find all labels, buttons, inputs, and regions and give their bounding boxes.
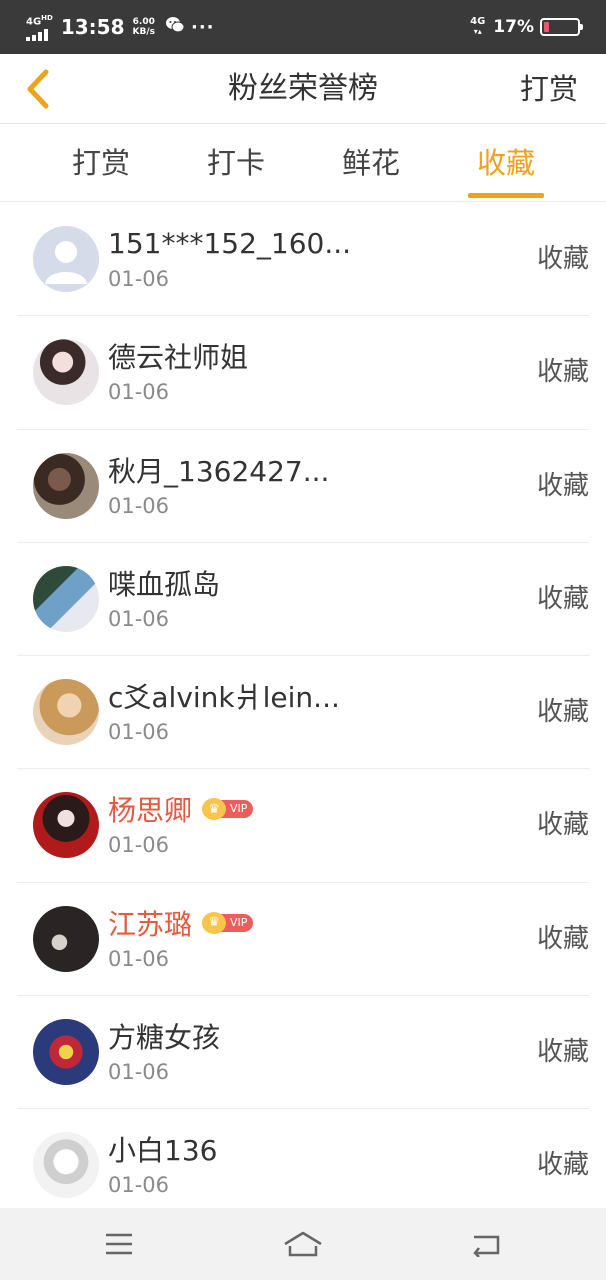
tab-label: 鲜花	[341, 146, 400, 180]
speed-value: 6.00	[132, 17, 155, 27]
cell-network-icon: 4G ▾▴	[470, 16, 486, 37]
list-item[interactable]: 方糖女孩 01-06 收藏	[17, 996, 589, 1110]
list-item[interactable]: 杨思卿 ♛ VIP 01-06 收藏	[17, 769, 589, 883]
speed-unit: KB/s	[132, 27, 155, 37]
list-item[interactable]: c爻alvink爿lein... 01-06 收藏	[17, 656, 589, 770]
list-item[interactable]: 江苏璐 ♛ VIP 01-06 收藏	[17, 883, 589, 997]
more-notifications-icon: ···	[191, 16, 215, 38]
date: 01-06	[108, 833, 170, 858]
list-item[interactable]: 小白136 01-06 收藏	[17, 1109, 589, 1222]
date: 01-06	[108, 267, 170, 291]
date: 01-06	[108, 1060, 170, 1085]
user-name: 江苏璐	[108, 907, 193, 941]
user-name: 杨思卿	[108, 794, 193, 828]
network-speed: 6.00 KB/s	[133, 17, 155, 37]
system-nav-bar	[0, 1208, 606, 1280]
tip-button[interactable]: 打赏	[520, 54, 578, 124]
default-user-icon	[45, 241, 87, 284]
user-name: 151***152_160...	[108, 226, 352, 260]
battery-icon	[540, 18, 583, 36]
tab-tips[interactable]: 打赏	[46, 124, 156, 202]
back-icon	[473, 1235, 500, 1257]
battery-fill	[544, 22, 549, 32]
tab-favorites[interactable]: 收藏	[451, 124, 561, 202]
status-bar: 4GHD 13:58 6.00 KB/s ··· 4G ▾▴ 17%	[0, 0, 606, 54]
date: 01-06	[108, 1173, 170, 1198]
tab-flowers[interactable]: 鲜花	[316, 124, 426, 202]
tab-label: 收藏	[476, 146, 535, 180]
user-name: 秋月_1362427...	[108, 454, 330, 488]
status-bar-right: 4G ▾▴ 17%	[470, 0, 583, 54]
favorite-label: 收藏	[536, 1150, 589, 1181]
tab-bar: 打赏 打卡 鲜花 收藏	[0, 124, 606, 202]
avatar	[33, 792, 99, 859]
avatar	[33, 905, 99, 972]
avatar	[33, 226, 99, 292]
list-item[interactable]: 喋血孤岛 01-06 收藏	[17, 543, 589, 657]
tab-label: 打卡	[206, 146, 265, 180]
favorite-label: 收藏	[536, 810, 589, 841]
list-item[interactable]: 秋月_1362427... 01-06 收藏	[17, 430, 589, 543]
user-name: 小白136	[108, 1134, 218, 1168]
user-name: 方糖女孩	[108, 1021, 221, 1055]
avatar	[33, 679, 99, 746]
user-name: c爻alvink爿lein...	[108, 681, 340, 715]
date: 01-06	[108, 493, 170, 518]
header: 粉丝荣誉榜 打赏	[0, 54, 606, 124]
favorite-label: 收藏	[536, 357, 589, 388]
network-type: 4G	[26, 16, 42, 28]
vip-badge: ♛ VIP	[202, 798, 254, 821]
favorite-label: 收藏	[536, 697, 589, 728]
fan-list: 151***152_160... 01-06 收藏 德云社师姐 01-06 收藏…	[0, 203, 606, 1223]
avatar	[33, 1019, 99, 1086]
vip-badge: ♛ VIP	[202, 911, 254, 934]
date: 01-06	[108, 380, 170, 405]
favorite-label: 收藏	[536, 923, 589, 954]
date: 01-06	[108, 946, 170, 971]
list-item[interactable]: 151***152_160... 01-06 收藏	[17, 203, 589, 317]
avatar	[33, 452, 99, 519]
menu-button[interactable]	[74, 1208, 164, 1280]
clock: 13:58	[60, 15, 125, 39]
back-nav-button[interactable]	[442, 1208, 532, 1280]
signal-indicator: 4GHD	[26, 13, 53, 41]
user-name: 喋血孤岛	[108, 567, 221, 601]
tab-label: 打赏	[71, 146, 130, 180]
avatar	[33, 565, 99, 632]
list-item[interactable]: 德云社师姐 01-06 收藏	[17, 316, 589, 430]
wechat-icon	[165, 16, 185, 38]
crown-icon: ♛	[202, 911, 227, 934]
home-icon	[284, 1231, 322, 1257]
avatar	[33, 1132, 99, 1199]
date: 01-06	[108, 606, 170, 631]
active-tab-indicator	[468, 193, 544, 198]
favorite-label: 收藏	[536, 244, 589, 274]
home-button[interactable]	[258, 1208, 348, 1280]
avatar	[33, 339, 99, 406]
favorite-label: 收藏	[536, 583, 589, 614]
battery-percent: 17%	[493, 17, 534, 37]
favorite-label: 收藏	[536, 1037, 589, 1068]
signal-bars-icon	[26, 28, 50, 41]
user-name: 德云社师姐	[108, 341, 249, 375]
page-title: 粉丝荣誉榜	[228, 71, 378, 106]
date: 01-06	[108, 720, 170, 745]
favorite-label: 收藏	[536, 470, 589, 501]
status-bar-left: 4GHD 13:58 6.00 KB/s ···	[26, 0, 215, 54]
menu-icon	[106, 1233, 132, 1255]
tab-checkin[interactable]: 打卡	[181, 124, 291, 202]
network-sup: HD	[41, 14, 53, 23]
